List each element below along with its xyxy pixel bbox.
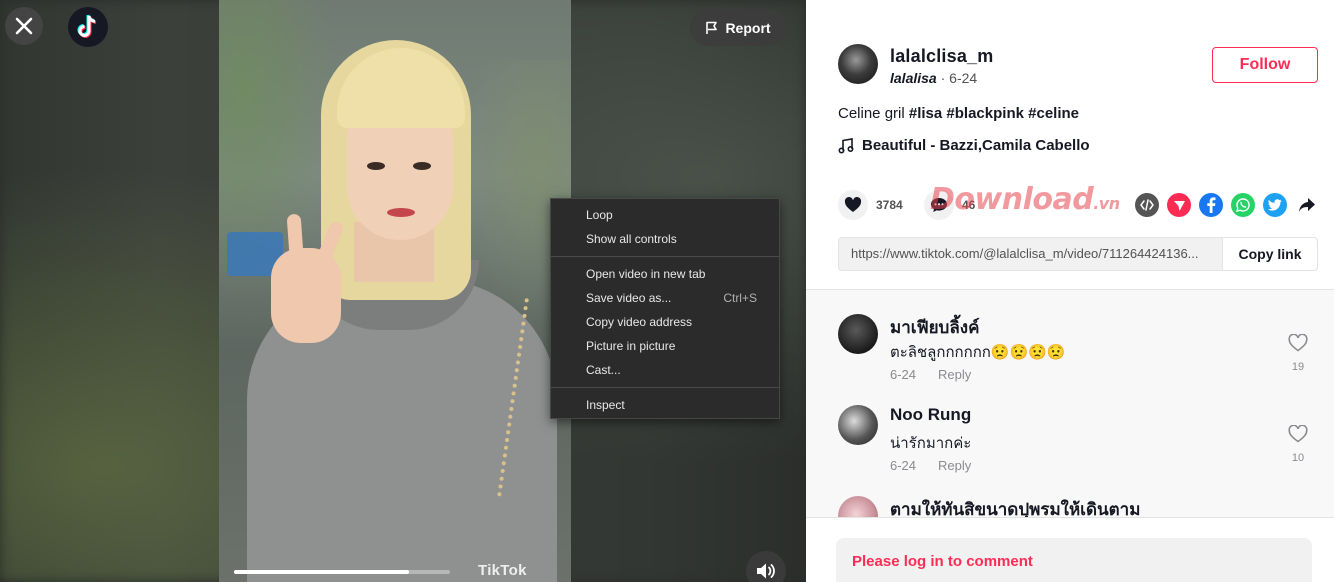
heart-outline-icon xyxy=(1288,424,1308,443)
comment-author[interactable]: ตามให้ทันสิขนาดปุพรมให้เดินตาม xyxy=(890,496,1140,517)
comment-meta: 6-24 Reply xyxy=(890,458,971,473)
comment-like-button[interactable]: 19 xyxy=(1286,333,1310,373)
heart-outline-icon xyxy=(1288,333,1308,352)
hashtag-link[interactable]: #lisa xyxy=(909,105,942,122)
comment-count: 46 xyxy=(962,198,976,212)
ctx-separator xyxy=(551,256,779,257)
caption-text: Celine gril xyxy=(838,105,909,122)
report-label: Report xyxy=(725,19,771,36)
share-arrow-icon xyxy=(1299,198,1315,212)
twitter-share-button[interactable] xyxy=(1263,193,1287,217)
heart-icon xyxy=(844,197,862,212)
music-note-icon xyxy=(838,137,854,154)
tiktok-watermark: TikTok xyxy=(478,562,527,579)
music-title: Beautiful - Bazzi,Camila Cabello xyxy=(862,137,1090,154)
video-progress-fill xyxy=(234,570,409,574)
whatsapp-share-button[interactable] xyxy=(1231,193,1255,217)
comment-button[interactable] xyxy=(924,190,954,220)
ctx-item-copy-video-address[interactable]: Copy video address xyxy=(551,310,779,334)
ctx-item-cast[interactable]: Cast... xyxy=(551,358,779,382)
video-person-lips xyxy=(387,208,415,217)
ctx-item-open-video-new-tab[interactable]: Open video in new tab xyxy=(551,262,779,286)
author-username[interactable]: lalalclisa_m xyxy=(890,46,993,67)
comment-avatar[interactable] xyxy=(838,405,878,445)
ctx-item-show-all-controls[interactable]: Show all controls xyxy=(551,227,779,251)
post-caption: Celine gril #lisa #blackpink #celine xyxy=(838,105,1079,122)
close-icon xyxy=(15,17,33,35)
comment-date: 6-24 xyxy=(890,458,917,473)
tiktok-logo[interactable] xyxy=(68,7,108,47)
hashtag-link[interactable]: #celine xyxy=(1028,105,1079,122)
hashtag-link[interactable]: #blackpink xyxy=(946,105,1024,122)
video-person-hand xyxy=(271,248,341,343)
comment-date: 6-24 xyxy=(890,367,917,382)
report-button[interactable]: Report xyxy=(690,9,786,46)
volume-icon xyxy=(757,563,775,579)
author-nickname: lalalisa xyxy=(890,70,937,86)
copy-link-button[interactable]: Copy link xyxy=(1222,238,1317,270)
like-button[interactable] xyxy=(838,190,868,220)
facebook-share-button[interactable] xyxy=(1199,193,1223,217)
tiktok-video-page: Report TikTok Loop Show all controls Ope… xyxy=(0,0,1334,582)
login-to-comment-prompt[interactable]: Please log in to comment xyxy=(836,538,1312,582)
video-frame[interactable] xyxy=(219,0,571,582)
site-watermark: Download.vn xyxy=(930,182,1120,217)
video-person-eye xyxy=(413,162,431,170)
comment-like-count: 19 xyxy=(1291,361,1305,373)
comment-like-count: 10 xyxy=(1291,452,1305,464)
author-subline: lalalisa · 6-24 xyxy=(890,70,977,86)
separator: · xyxy=(936,70,950,86)
ctx-item-picture-in-picture[interactable]: Picture in picture xyxy=(551,334,779,358)
comment-icon xyxy=(931,198,947,212)
send-to-friends-button[interactable] xyxy=(1167,193,1191,217)
action-bar: 3784 46 Download.vn xyxy=(838,182,1319,220)
reply-button[interactable]: Reply xyxy=(938,367,971,382)
ctx-item-inspect[interactable]: Inspect xyxy=(551,393,779,417)
comment-text: น่ารักมากค่ะ xyxy=(890,435,972,452)
close-button[interactable] xyxy=(5,7,43,45)
share-link-box: https://www.tiktok.com/@lalalclisa_m/vid… xyxy=(838,237,1318,271)
post-date: 6-24 xyxy=(949,70,978,86)
ctx-item-loop[interactable]: Loop xyxy=(551,203,779,227)
side-panel: lalalclisa_m lalalisa · 6-24 Follow Celi… xyxy=(806,0,1334,582)
share-link-url[interactable]: https://www.tiktok.com/@lalalclisa_m/vid… xyxy=(839,238,1222,270)
music-link[interactable]: Beautiful - Bazzi,Camila Cabello xyxy=(838,137,1090,154)
author-avatar[interactable] xyxy=(838,44,878,84)
facebook-icon xyxy=(1207,197,1216,213)
like-count: 3784 xyxy=(876,198,903,212)
embed-share-button[interactable] xyxy=(1135,193,1159,217)
ctx-shortcut: Ctrl+S xyxy=(723,291,757,305)
embed-icon xyxy=(1140,199,1154,211)
comment-author[interactable]: Noo Rung xyxy=(890,405,971,425)
comment-author[interactable]: มาเฟียบลิ้งค์ xyxy=(890,314,979,341)
comment-list[interactable]: มาเฟียบลิ้งค์ ตะลิชลูกกกกกก😟😟😟😟 6-24 Repl… xyxy=(806,289,1334,517)
ctx-separator xyxy=(551,387,779,388)
comment-avatar[interactable] xyxy=(838,314,878,354)
comment-avatar[interactable] xyxy=(838,496,878,517)
more-share-button[interactable] xyxy=(1295,193,1319,217)
comment-login-bar: Please log in to comment xyxy=(806,517,1334,582)
flag-icon xyxy=(706,21,718,34)
follow-button[interactable]: Follow xyxy=(1212,47,1318,83)
tiktok-logo-icon xyxy=(77,14,97,38)
video-progress-bar[interactable] xyxy=(234,570,450,574)
send-icon xyxy=(1173,200,1185,211)
video-person-eye xyxy=(367,162,385,170)
comment-meta: 6-24 Reply xyxy=(890,367,971,382)
ctx-item-save-video-as[interactable]: Save video as... Ctrl+S xyxy=(551,286,779,310)
comment-text: ตะลิชลูกกกกกก😟😟😟😟 xyxy=(890,344,1066,361)
comment-like-button[interactable]: 10 xyxy=(1286,424,1310,464)
context-menu: Loop Show all controls Open video in new… xyxy=(550,198,780,419)
whatsapp-icon xyxy=(1236,198,1250,212)
reply-button[interactable]: Reply xyxy=(938,458,971,473)
video-player[interactable]: Report TikTok Loop Show all controls Ope… xyxy=(0,0,806,582)
twitter-icon xyxy=(1268,199,1282,211)
